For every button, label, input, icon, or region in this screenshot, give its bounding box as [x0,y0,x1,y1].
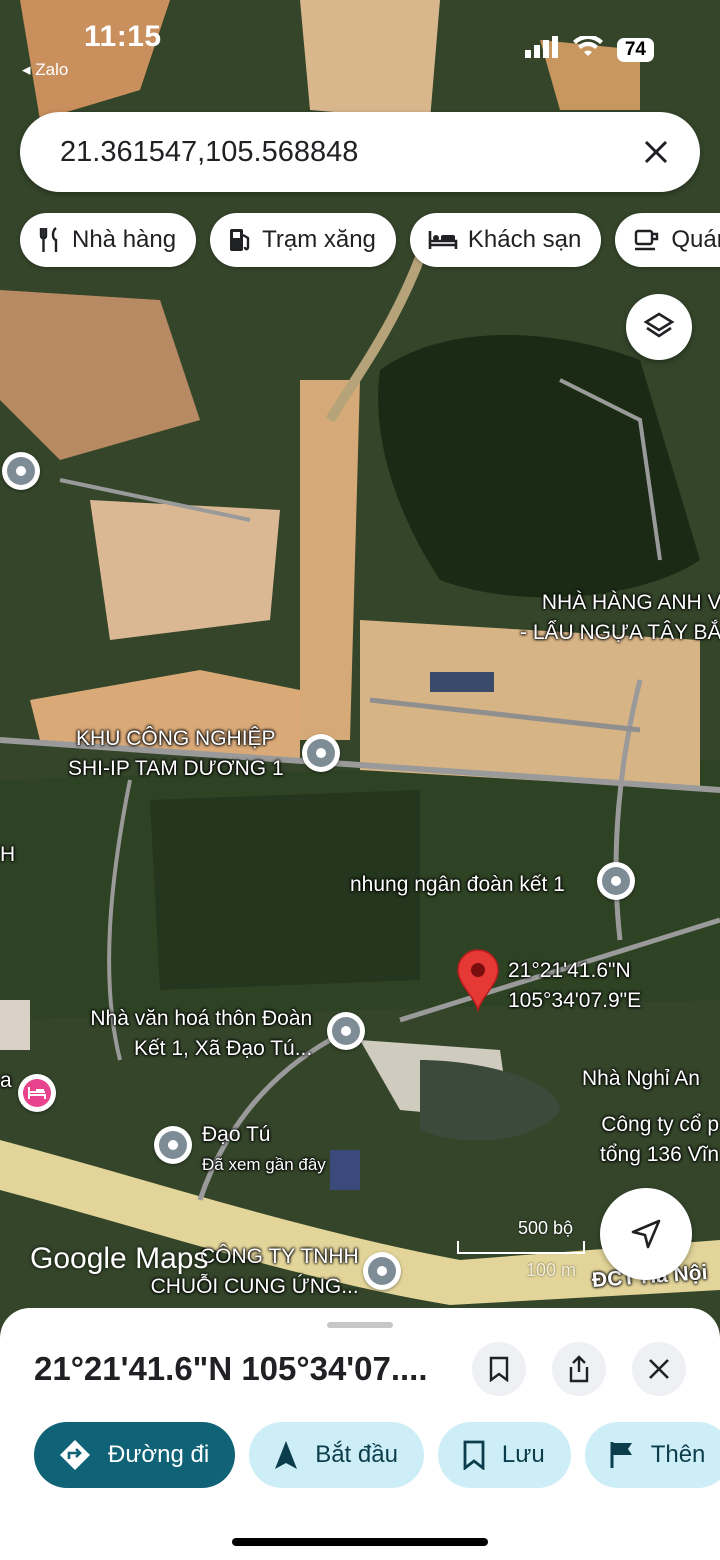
bookmark-icon [489,1356,509,1382]
bed-icon [28,1087,46,1099]
start-label: Bắt đầu [315,1441,398,1468]
label-dao-tu[interactable]: Đạo Tú Đã xem gần đây [202,1120,326,1180]
google-maps-watermark: Google Maps [30,1242,209,1275]
label-left-a: a [0,1069,12,1092]
directions-label: Đường đi [108,1441,210,1468]
wifi-icon [572,34,603,63]
share-button[interactable] [552,1342,606,1396]
poi-marker-hotel[interactable] [18,1074,56,1112]
category-chips: Nhà hàng Trạm xăng Khách sạn Quán [20,213,720,267]
poi-marker-dao-tu[interactable] [154,1126,192,1164]
poi-marker-cultural[interactable] [327,1012,365,1050]
close-sheet-button[interactable] [632,1342,686,1396]
close-icon [649,1359,669,1379]
chip-label: Khách sạn [467,226,582,253]
search-input[interactable]: 21.361547,105.568848 [60,136,636,169]
poi-marker-tnhh[interactable] [363,1252,401,1290]
label-line: SHI-IP TAM DƯƠNG 1 [68,757,284,780]
navigation-arrow-icon [631,1219,661,1249]
save-button[interactable]: Lưu [437,1422,571,1488]
chip-hotels[interactable]: Khách sạn [409,213,602,267]
label-line: Nhà văn hoá thôn Đoàn [90,1007,313,1030]
label-line: NHÀ HÀNG ANH V [541,591,720,614]
label-company[interactable]: Công ty cổ p tổng 136 Vĩn [592,1110,719,1170]
poi-marker-industrial[interactable] [302,734,340,772]
label-cultural-house[interactable]: Nhà văn hoá thôn Đoàn Kết 1, Xã Đạo Tú..… [70,1004,312,1064]
chip-restaurants[interactable]: Nhà hàng [20,213,197,267]
bookmark-icon [463,1440,485,1470]
dropped-pin[interactable] [456,948,500,1017]
chip-label: Trạm xăng [262,226,376,253]
signal-icon [524,36,559,63]
start-button[interactable]: Bắt đầu [249,1422,424,1488]
add-label-button[interactable]: Thên [584,1422,720,1488]
map-view[interactable]: 11:15 ◂ Zalo 74 21.361547,105.568848 Nhà… [0,0,720,1330]
label-line: Đạo Tú [202,1123,271,1146]
label-restaurant[interactable]: NHÀ HÀNG ANH V - LẨU NGỰA TÂY BẮ [520,588,720,648]
label-line: tổng 136 Vĩn [600,1143,720,1166]
label-guesthouse[interactable]: Nhà Nghỉ An [582,1064,700,1094]
chip-label: Nhà hàng [72,226,177,253]
poi-marker-nhung[interactable] [597,862,635,900]
gas-station-icon [230,229,250,251]
save-bookmark-button[interactable] [472,1342,526,1396]
chip-gas-stations[interactable]: Trạm xăng [210,213,396,267]
label-line: CHUỖI CUNG ỨNG... [150,1275,359,1298]
label-line: - LẨU NGỰA TÂY BẮ [520,621,720,644]
label-industrial-park[interactable]: KHU CÔNG NGHIỆP SHI-IP TAM DƯƠNG 1 [68,724,284,784]
add-label-text: Thên [650,1441,706,1468]
map-pin-icon [457,949,499,1013]
label-left-h: H [0,843,16,866]
fork-knife-icon [39,227,58,252]
layers-icon [643,312,675,338]
label-recently-viewed: Đã xem gần đây [202,1155,326,1174]
label-line: Công ty cổ p [601,1113,720,1136]
cafe-icon [635,229,659,251]
clear-search-button[interactable] [636,132,676,172]
bed-icon [428,231,458,249]
scale-label-metric: 100 m [526,1260,577,1280]
directions-button[interactable]: Đường đi [34,1422,236,1488]
label-line: KHU CÔNG NGHIỆP [76,727,276,750]
my-location-button[interactable] [600,1188,692,1280]
drag-handle[interactable] [327,1322,393,1328]
chip-cafes[interactable]: Quán [615,213,720,267]
label-line: 21°21'41.6"N [508,959,631,982]
place-title-coordinates: 21°21'41.6"N 105°34'07.... [34,1350,428,1387]
scale-bar [457,1241,585,1254]
home-indicator[interactable] [232,1538,488,1546]
scale-label: 500 bộ [518,1218,574,1238]
map-layers-button[interactable] [626,294,692,360]
save-label: Lưu [501,1441,545,1468]
navigation-arrow-icon [275,1441,298,1469]
poi-marker[interactable] [2,452,40,490]
directions-icon [60,1440,90,1470]
action-buttons: Đường đi Bắt đầu Lưu Thên [34,1422,720,1488]
back-to-app-link[interactable]: ◂ Zalo [22,60,68,80]
label-pin-coordinates: 21°21'41.6"N 105°34'07.9"E [508,956,641,1016]
label-line: Kết 1, Xã Đạo Tú... [134,1037,313,1060]
label-nhung[interactable]: nhung ngân đoàn kết 1 [350,870,565,900]
label-line: 105°34'07.9"E [508,989,642,1012]
battery-indicator: 74 [616,37,654,62]
close-icon [644,140,668,164]
flag-icon [610,1442,632,1468]
chip-label: Quán [671,226,720,253]
search-bar[interactable]: 21.361547,105.568848 [20,112,700,192]
share-icon [569,1355,589,1383]
map-scale: 500 bộ 100 m [456,1218,586,1281]
status-time: 11:15 [84,20,162,53]
status-bar: 11:15 ◂ Zalo 74 [0,0,720,90]
place-bottom-sheet[interactable]: 21°21'41.6"N 105°34'07.... Đường đi Bắt … [0,1308,720,1560]
